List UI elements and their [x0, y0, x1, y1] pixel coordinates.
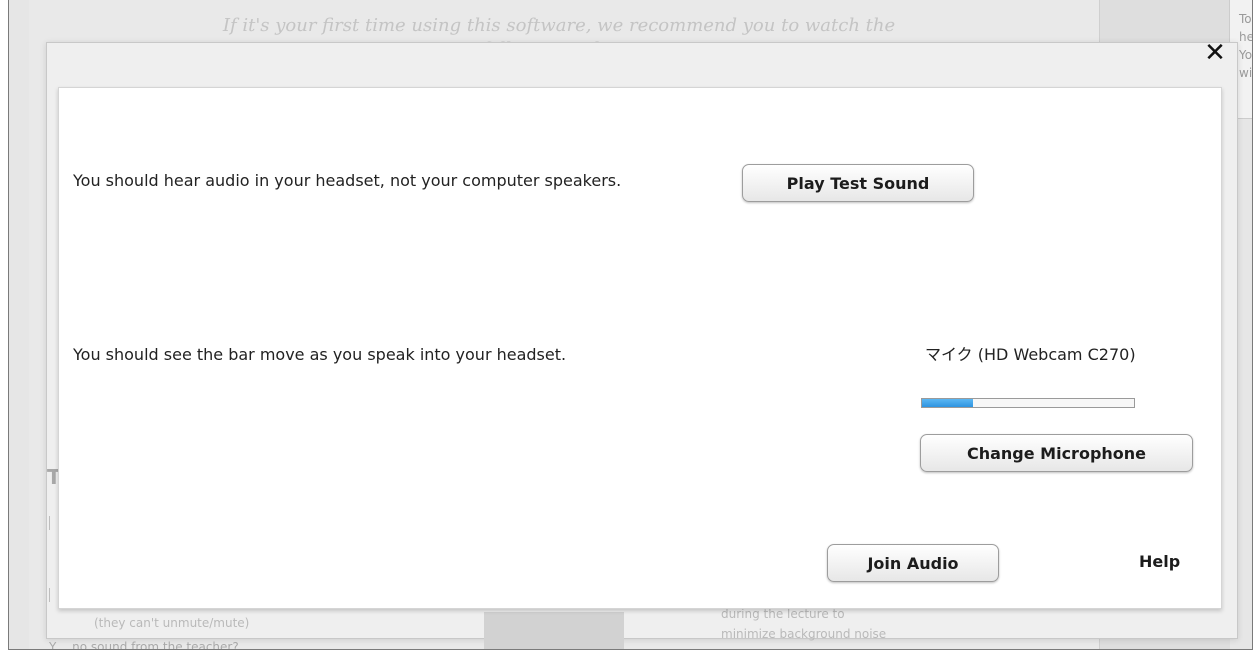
mic-instruction-text: You should see the bar move as you speak…	[73, 345, 567, 364]
help-link[interactable]: Help	[1139, 552, 1180, 571]
speaker-instruction-text: You should hear audio in your headset, n…	[73, 171, 622, 190]
play-test-sound-button[interactable]: Play Test Sound	[742, 164, 974, 202]
microphone-name: マイク (HD Webcam C270)	[925, 345, 1136, 364]
close-icon[interactable]: ✕	[1202, 40, 1228, 66]
join-audio-button[interactable]: Join Audio	[827, 544, 999, 582]
background-bottom-row-text: Y… no sound from the teacher?	[49, 640, 239, 650]
change-microphone-button[interactable]: Change Microphone	[920, 434, 1193, 472]
mic-level-fill	[922, 399, 973, 407]
background-right-text: To he Yo wi	[1239, 12, 1253, 80]
background-bottom-left-text: (they can't unmute/mute)	[94, 616, 250, 630]
audio-setup-dialog: You should hear audio in your headset, n…	[58, 87, 1222, 609]
mic-level-bar	[921, 398, 1135, 408]
background-bottom-right-text: during the lecture to minimize backgroun…	[721, 607, 887, 641]
background-gray-block	[484, 612, 624, 649]
